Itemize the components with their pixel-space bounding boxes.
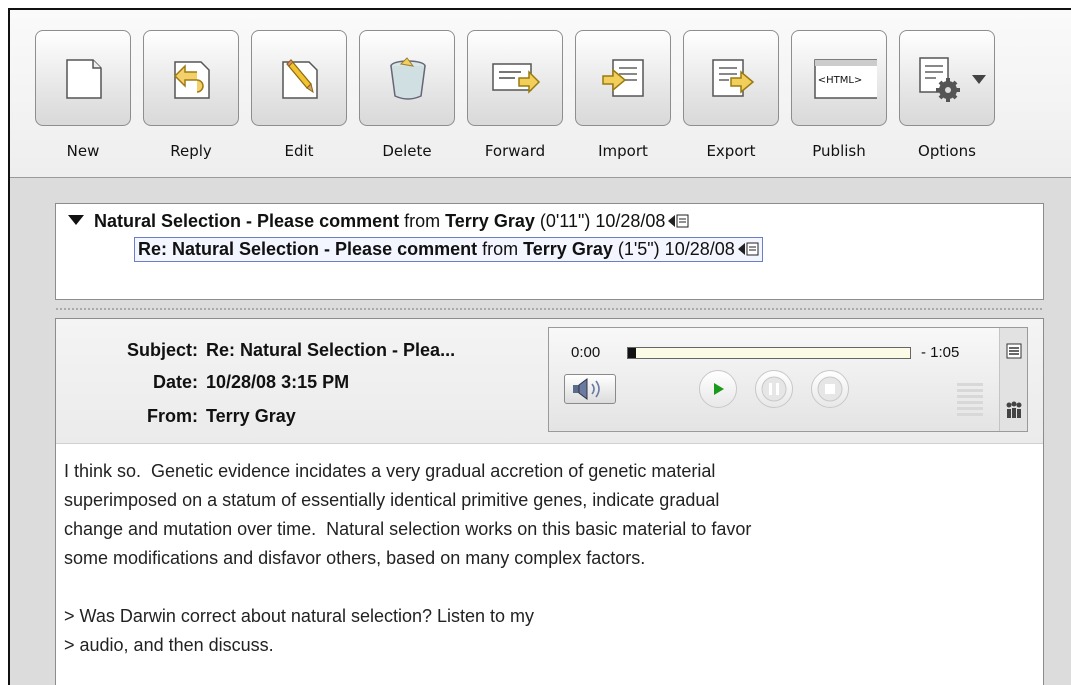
progress-slider[interactable] (627, 347, 911, 359)
publish-button[interactable]: <HTML> Publish (791, 30, 887, 182)
audio-note-icon (737, 242, 759, 256)
stop-button[interactable] (811, 370, 849, 408)
export-label: Export (706, 142, 756, 160)
reply-icon (173, 61, 210, 99)
thread-item[interactable]: Natural Selection - Please comment from … (68, 211, 689, 232)
export-icon (712, 59, 755, 97)
from-label: From: (147, 406, 198, 426)
forward-button[interactable]: Forward (467, 30, 563, 182)
pane-splitter[interactable] (55, 307, 1044, 312)
export-button-frame[interactable] (683, 30, 779, 126)
expand-toggle-icon[interactable] (68, 215, 84, 225)
forward-label: Forward (484, 142, 546, 160)
participants-icon[interactable] (1005, 400, 1023, 420)
edit-button-frame[interactable] (251, 30, 347, 126)
speaker-icon (573, 378, 600, 400)
thread-meta: (1'5") 10/28/08 (612, 239, 735, 259)
import-button[interactable]: Import (575, 30, 671, 182)
application-window: New Reply Edit Delete Forward Import Exp… (8, 8, 1071, 685)
date-label: Date: (152, 372, 198, 392)
export-button[interactable]: Export (683, 30, 779, 182)
audio-note-icon (668, 214, 689, 228)
audio-player: 0:00 - 1:05 (548, 327, 1028, 432)
reply-button-frame[interactable] (143, 30, 239, 126)
delete-button[interactable]: Delete (359, 30, 455, 182)
new-button-frame[interactable] (35, 30, 131, 126)
reply-label: Reply (170, 142, 212, 160)
play-button[interactable] (699, 370, 737, 408)
forward-icon (492, 63, 541, 94)
date-value: 10/28/08 3:15 PM (206, 372, 350, 392)
edit-label: Edit (284, 142, 314, 160)
options-button[interactable]: Options (899, 30, 995, 182)
player-sidebar (999, 328, 1027, 431)
thread-meta: (0'11") 10/28/08 (534, 211, 666, 231)
thread-author: Terry Gray (445, 211, 535, 231)
import-label: Import (598, 142, 648, 160)
pause-icon (761, 376, 787, 402)
edit-pencil-icon (282, 59, 318, 99)
thread-subject: Re: Natural Selection - Please comment (138, 239, 478, 259)
thread-from-word: from (477, 239, 524, 259)
forward-button-frame[interactable] (467, 30, 563, 126)
date-row: Date: 10/28/08 3:15 PM (56, 372, 349, 393)
progress-fill (628, 348, 637, 358)
toolbar: New Reply Edit Delete Forward Import Exp… (10, 10, 1071, 178)
thread-from-word: from (399, 211, 446, 231)
stop-icon (817, 376, 843, 402)
message-header: Subject: Re: Natural Selection - Plea... … (56, 319, 1043, 444)
message-pane: Subject: Re: Natural Selection - Plea... … (55, 318, 1044, 685)
new-button[interactable]: New (35, 30, 131, 182)
subject-row: Subject: Re: Natural Selection - Plea... (56, 340, 455, 361)
menu-icon[interactable] (1005, 342, 1023, 360)
delete-button-frame[interactable] (359, 30, 455, 126)
from-value: Terry Gray (206, 406, 296, 426)
publish-button-frame[interactable]: <HTML> (791, 30, 887, 126)
delete-label: Delete (382, 142, 432, 160)
import-button-frame[interactable] (575, 30, 671, 126)
thread-item-selected[interactable]: Re: Natural Selection - Please comment f… (134, 237, 763, 262)
play-icon (714, 383, 724, 395)
from-row: From: Terry Gray (56, 406, 296, 427)
chevron-down-icon (972, 75, 986, 84)
subject-label: Subject: (126, 340, 198, 360)
subject-value: Re: Natural Selection - Plea... (206, 340, 456, 360)
options-button-frame[interactable] (899, 30, 995, 126)
html-icon-text: <HTML> (817, 75, 863, 86)
new-label: New (66, 142, 100, 160)
new-document-icon (66, 59, 102, 99)
reply-button[interactable]: Reply (143, 30, 239, 182)
import-icon (602, 59, 644, 97)
trash-icon (390, 57, 426, 100)
level-meter (957, 383, 983, 417)
message-body: I think so. Genetic evidence incidates a… (64, 461, 752, 655)
thread-subject: Natural Selection - Please comment (94, 211, 400, 231)
options-label: Options (918, 142, 976, 160)
options-gear-icon (919, 57, 960, 102)
thread-tree: Natural Selection - Please comment from … (55, 203, 1044, 300)
pause-button[interactable] (755, 370, 793, 408)
volume-button[interactable] (564, 374, 616, 404)
time-remaining: - 1:05 (921, 344, 960, 361)
edit-button[interactable]: Edit (251, 30, 347, 182)
time-elapsed: 0:00 (571, 344, 601, 361)
publish-label: Publish (812, 142, 866, 160)
thread-author: Terry Gray (523, 239, 613, 259)
